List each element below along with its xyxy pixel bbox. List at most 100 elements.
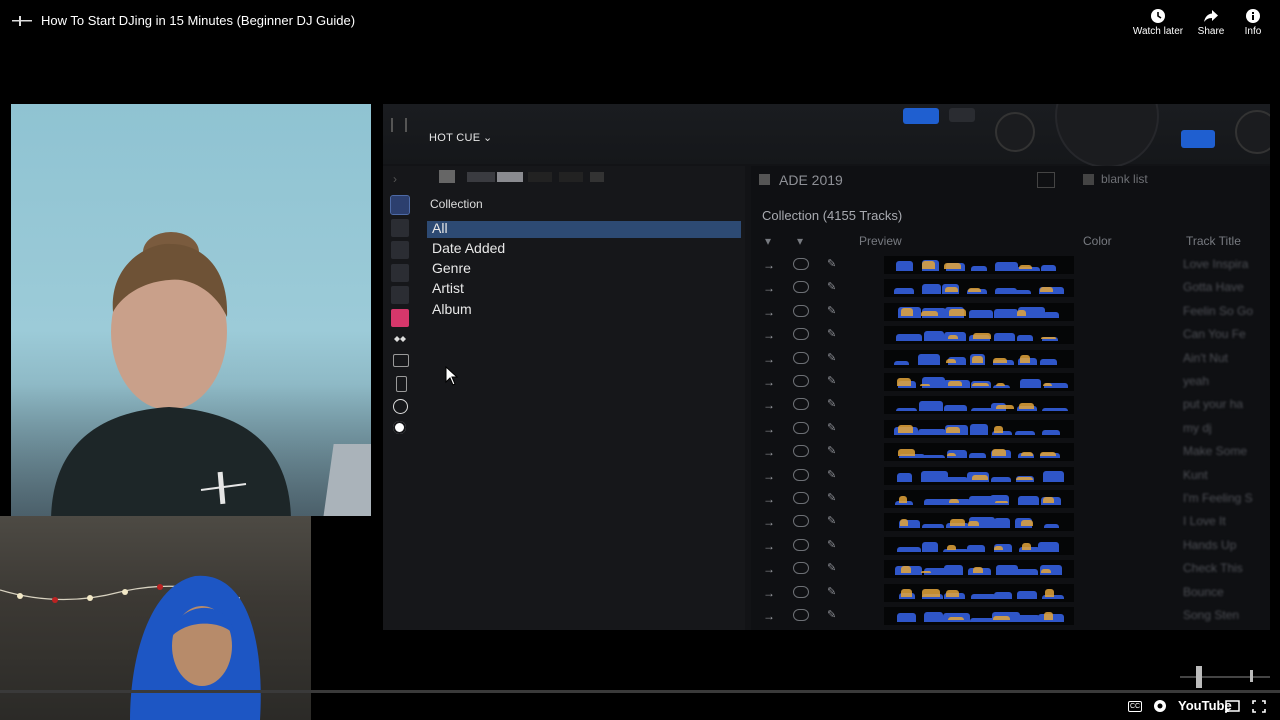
track-row[interactable]: → ✎ Love Inspira [751, 254, 1270, 276]
load-arrow-icon[interactable]: → [763, 422, 775, 436]
preview-waveform[interactable] [884, 490, 1074, 508]
deck-mode-button[interactable] [903, 108, 939, 124]
load-arrow-icon[interactable]: → [763, 445, 775, 459]
cast-icon[interactable] [1224, 700, 1240, 713]
preview-waveform[interactable] [884, 513, 1074, 532]
closed-captions-icon[interactable]: CC [1128, 701, 1142, 712]
track-row[interactable]: → ✎ Song Sten [751, 605, 1270, 627]
edit-icon[interactable]: ✎ [827, 257, 836, 270]
track-row[interactable]: → ✎ put your ha [751, 394, 1270, 416]
tree-item-genre[interactable]: Genre [432, 260, 471, 276]
edit-icon[interactable]: ✎ [827, 608, 836, 621]
history-icon[interactable] [393, 399, 408, 414]
load-arrow-icon[interactable]: → [763, 258, 775, 272]
computer-icon[interactable] [393, 354, 409, 367]
cloud-icon[interactable] [793, 538, 809, 551]
tempo-knob[interactable] [1235, 110, 1270, 154]
edit-icon[interactable]: ✎ [827, 421, 836, 434]
preview-waveform[interactable] [884, 349, 1074, 368]
filter-icon-2[interactable]: ▾ [797, 234, 803, 248]
load-arrow-icon[interactable]: → [763, 352, 775, 366]
column-preview[interactable]: Preview [859, 234, 902, 248]
jog-wheel[interactable] [1055, 104, 1159, 168]
sync-button[interactable] [1181, 130, 1215, 148]
layout-button-5[interactable] [590, 172, 604, 182]
cloud-icon[interactable] [793, 445, 809, 458]
tree-item-album[interactable]: Album [432, 301, 472, 317]
music-note-icon[interactable] [391, 309, 409, 327]
progress-bar[interactable] [0, 690, 1280, 693]
channel-logo-icon[interactable] [12, 14, 32, 28]
sampler-icon[interactable] [391, 241, 409, 259]
cloud-icon[interactable] [793, 421, 809, 434]
cloud-icon[interactable] [793, 258, 809, 270]
edit-icon[interactable]: ✎ [827, 397, 836, 410]
edit-icon[interactable]: ✎ [827, 327, 836, 340]
collapse-icon[interactable]: › [393, 172, 397, 186]
fullscreen-icon[interactable] [1252, 700, 1266, 713]
track-row[interactable]: → ✎ Bounce [751, 582, 1270, 604]
track-row[interactable]: → ✎ yeah [751, 371, 1270, 393]
load-arrow-icon[interactable]: → [763, 398, 775, 412]
tag-icon[interactable] [1037, 172, 1055, 188]
edit-icon[interactable]: ✎ [827, 514, 836, 527]
preview-waveform[interactable] [884, 607, 1074, 625]
view-mode-icon[interactable] [439, 170, 455, 183]
load-arrow-icon[interactable]: → [763, 492, 775, 506]
cloud-icon[interactable] [793, 375, 809, 387]
track-row[interactable]: → ✎ Gotta Have [751, 277, 1270, 299]
load-arrow-icon[interactable]: → [763, 539, 775, 553]
edit-icon[interactable]: ✎ [827, 351, 836, 364]
load-arrow-icon[interactable]: → [763, 375, 775, 389]
tree-item-date-added[interactable]: Date Added [432, 240, 505, 256]
deck-mode-alt-button[interactable] [949, 108, 975, 122]
cloud-icon[interactable] [793, 328, 809, 341]
tidal-icon[interactable] [391, 331, 409, 349]
track-row[interactable]: → ✎ I Love It [751, 511, 1270, 533]
load-arrow-icon[interactable]: → [763, 469, 775, 483]
preview-waveform[interactable] [884, 256, 1074, 274]
column-color[interactable]: Color [1083, 234, 1112, 248]
edit-icon[interactable]: ✎ [827, 280, 836, 293]
grid-icon[interactable] [391, 286, 409, 304]
record-icon[interactable] [393, 421, 406, 434]
preview-waveform[interactable] [884, 466, 1074, 485]
load-arrow-icon[interactable]: → [763, 305, 775, 319]
track-row[interactable]: → ✎ Hands Up [751, 535, 1270, 557]
tree-item-all[interactable]: All [432, 220, 448, 236]
watch-later-button[interactable]: Watch later [1128, 8, 1188, 37]
edit-icon[interactable]: ✎ [827, 585, 836, 598]
preview-waveform[interactable] [884, 419, 1074, 438]
column-track-title[interactable]: Track Title [1186, 234, 1241, 248]
preview-waveform[interactable] [884, 302, 1074, 321]
preview-waveform[interactable] [884, 373, 1074, 391]
layout-button-2[interactable] [497, 172, 523, 182]
video-title[interactable]: How To Start DJing in 15 Minutes (Beginn… [41, 13, 355, 28]
load-arrow-icon[interactable]: → [763, 609, 775, 623]
preview-waveform[interactable] [884, 396, 1074, 415]
preview-waveform[interactable] [884, 279, 1074, 298]
play-knob[interactable] [995, 112, 1035, 152]
cloud-icon[interactable] [793, 609, 809, 621]
playlist-tab[interactable]: ADE 2019 [779, 172, 843, 188]
preview-waveform[interactable] [884, 560, 1074, 579]
cloud-icon[interactable] [793, 468, 809, 481]
cloud-icon[interactable] [793, 492, 809, 504]
edit-icon[interactable]: ✎ [827, 444, 836, 457]
load-arrow-icon[interactable]: → [763, 515, 775, 529]
settings-icon[interactable] [1152, 698, 1168, 714]
layout-button-3[interactable] [528, 172, 552, 182]
cloud-icon[interactable] [793, 304, 809, 317]
preview-waveform[interactable] [884, 536, 1074, 555]
load-arrow-icon[interactable]: → [763, 562, 775, 576]
tree-item-artist[interactable]: Artist [432, 280, 464, 296]
hot-cue-label[interactable]: HOT CUE [429, 132, 480, 144]
cloud-icon[interactable] [793, 281, 809, 294]
layout-button[interactable] [467, 172, 495, 182]
edit-icon[interactable]: ✎ [827, 491, 836, 504]
track-row[interactable]: → ✎ my dj [751, 418, 1270, 440]
track-row[interactable]: → ✎ Check This [751, 558, 1270, 580]
playlists-icon[interactable] [391, 219, 409, 237]
mix-icon[interactable] [391, 264, 409, 282]
load-arrow-icon[interactable]: → [763, 328, 775, 342]
